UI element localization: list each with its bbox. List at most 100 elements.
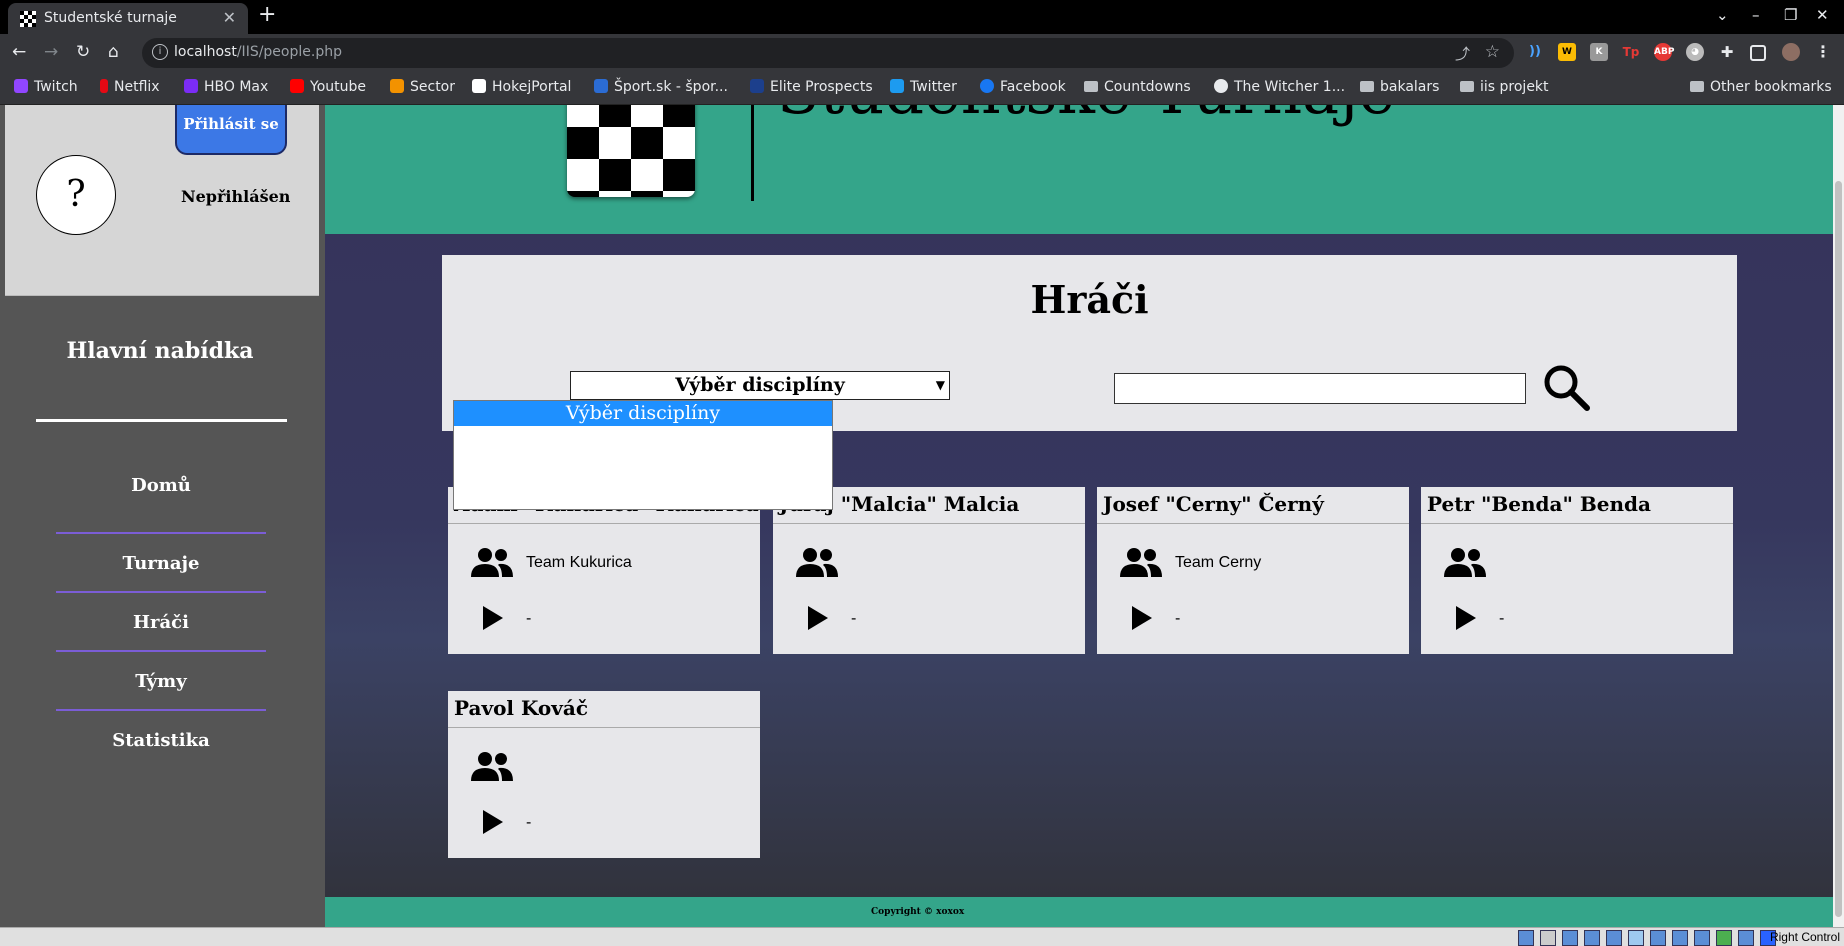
- reload-icon[interactable]: ↻: [76, 42, 90, 62]
- play-icon: [1132, 606, 1152, 630]
- bookmark-label: Countdowns: [1104, 79, 1191, 95]
- bookmark-netflix[interactable]: Netflix: [100, 79, 160, 95]
- bookmark-witcher[interactable]: The Witcher 1...: [1214, 79, 1345, 95]
- player-card[interactable]: Pavol Kováč -: [448, 691, 760, 858]
- card-divider: [1097, 523, 1409, 524]
- new-tab-button[interactable]: +: [258, 2, 276, 27]
- login-status: Nepřihlášen: [181, 187, 291, 206]
- web-page: Přihlásit se ? Nepřihlášen Hlavní nabídk…: [0, 105, 1844, 927]
- checkered-flag-icon: [20, 11, 36, 27]
- sidebar-item-tymy[interactable]: Týmy: [56, 671, 266, 692]
- vm-status-icon: [1562, 930, 1578, 946]
- menu-separator: [56, 591, 266, 593]
- player-name[interactable]: Pavol Kováč: [454, 693, 588, 727]
- tab-search-icon[interactable]: ⌄: [1716, 6, 1729, 24]
- chevron-down-icon: ▼: [935, 378, 945, 392]
- avatar: ?: [36, 155, 116, 235]
- login-button[interactable]: Přihlásit se: [175, 105, 287, 155]
- other-bookmarks[interactable]: Other bookmarks: [1690, 79, 1832, 95]
- scrollbar-thumb[interactable]: [1835, 181, 1842, 917]
- sport-icon: [594, 79, 608, 93]
- dropdown-option[interactable]: Výběr disciplíny: [454, 401, 832, 426]
- bookmark-label: bakalars: [1380, 79, 1440, 95]
- side-panel-icon[interactable]: [1750, 45, 1766, 61]
- bookmark-twitch[interactable]: Twitch: [14, 79, 78, 95]
- bookmark-facebook[interactable]: Facebook: [980, 79, 1066, 95]
- team-name: Team Cerny: [1175, 554, 1262, 571]
- player-card[interactable]: Josef "Cerny" Černý Team Cerny -: [1097, 487, 1409, 654]
- player-name[interactable]: Petr "Benda" Benda: [1427, 489, 1651, 523]
- team-icon: [471, 548, 513, 577]
- team-name: Team Kukurica: [526, 554, 632, 571]
- url-text[interactable]: localhost/IIS/people.php: [174, 44, 342, 60]
- player-card[interactable]: Juraj "Malcia" Malcia -: [773, 487, 1085, 654]
- bookmark-star-icon[interactable]: ☆: [1485, 42, 1500, 62]
- home-icon[interactable]: ⌂: [108, 42, 119, 62]
- bookmark-label: Twitch: [34, 79, 78, 95]
- bookmark-label: Other bookmarks: [1710, 79, 1832, 95]
- game-name: -: [851, 610, 857, 627]
- youtube-icon: [290, 79, 304, 93]
- bookmark-hokejportal[interactable]: HokejPortal: [472, 79, 571, 95]
- address-bar[interactable]: i localhost/IIS/people.php ⤴ ☆: [142, 38, 1514, 68]
- extension-k-icon[interactable]: K: [1590, 43, 1608, 61]
- bookmark-folder-countdowns[interactable]: Countdowns: [1084, 79, 1191, 95]
- search-icon[interactable]: [1542, 363, 1590, 411]
- facebook-icon: [980, 79, 994, 93]
- page-scrollbar[interactable]: [1833, 105, 1844, 927]
- share-icon[interactable]: ⤴: [1455, 43, 1470, 64]
- browser-tab[interactable]: Studentské turnaje ✕: [8, 3, 248, 34]
- adblock-icon[interactable]: ABP: [1654, 43, 1674, 61]
- extension-w-icon[interactable]: W: [1558, 43, 1576, 61]
- play-icon: [1456, 606, 1476, 630]
- search-input[interactable]: [1114, 373, 1526, 404]
- site-title: Studentské Turnaje: [777, 105, 1395, 128]
- player-name[interactable]: Josef "Cerny" Černý: [1103, 489, 1324, 523]
- card-divider: [448, 727, 760, 728]
- close-tab-icon[interactable]: ✕: [223, 8, 236, 27]
- netflix-icon: [100, 79, 108, 93]
- bookmark-youtube[interactable]: Youtube: [290, 79, 366, 95]
- restore-icon[interactable]: ❐: [1784, 6, 1797, 24]
- page-title: Hráči: [1030, 277, 1149, 322]
- extension-tp-icon[interactable]: Tp: [1622, 43, 1640, 61]
- team-icon: [796, 548, 838, 577]
- sidebar-item-hraci[interactable]: Hráči: [56, 612, 266, 633]
- profile-avatar[interactable]: [1782, 43, 1800, 61]
- discipline-select[interactable]: Výběr disciplíny ▼: [570, 371, 950, 400]
- sidebar-item-turnaje[interactable]: Turnaje: [56, 553, 266, 574]
- site-info-icon[interactable]: i: [152, 44, 168, 60]
- menu-kebab-icon[interactable]: ⋮: [1814, 43, 1832, 61]
- sidebar-item-statistika[interactable]: Statistika: [56, 730, 266, 751]
- bookmark-folder-iis-projekt[interactable]: iis projekt: [1460, 79, 1549, 95]
- extensions-puzzle-icon[interactable]: ✚: [1718, 43, 1736, 61]
- player-card[interactable]: Petr "Benda" Benda -: [1421, 487, 1733, 654]
- bookmark-label: Facebook: [1000, 79, 1066, 95]
- menu-title: Hlavní nabídka: [66, 338, 254, 364]
- eliteprospects-icon: [750, 79, 764, 93]
- footer: Copyright © xoxox: [325, 897, 1833, 927]
- bookmark-sector[interactable]: Sector: [390, 79, 455, 95]
- discipline-select-value: Výběr disciplíny: [675, 374, 845, 396]
- bookmark-sport[interactable]: Šport.sk - špor...: [594, 79, 728, 95]
- extension-wave-icon[interactable]: )): [1526, 43, 1544, 61]
- bookmark-hbomax[interactable]: HBO Max: [184, 79, 268, 95]
- browser-toolbar: ← → ↻ ⌂ i localhost/IIS/people.php ⤴ ☆ )…: [0, 34, 1844, 72]
- extension-face-icon[interactable]: ◕: [1686, 43, 1704, 61]
- bookmark-eliteprospects[interactable]: Elite Prospects: [750, 79, 873, 95]
- vm-status-icon: [1518, 930, 1534, 946]
- site-header: Studentské Turnaje: [325, 105, 1833, 234]
- minimize-icon[interactable]: –: [1752, 6, 1760, 24]
- play-icon: [483, 606, 503, 630]
- close-window-icon[interactable]: ✕: [1816, 6, 1829, 24]
- sidebar-item-domu[interactable]: Domů: [56, 475, 266, 496]
- card-divider: [773, 523, 1085, 524]
- bookmark-folder-bakalars[interactable]: bakalars: [1360, 79, 1439, 95]
- player-card[interactable]: Adam "Kukurica" Kukurica Team Kukurica -: [448, 487, 760, 654]
- game-name: -: [1175, 610, 1181, 627]
- folder-icon: [1360, 81, 1374, 92]
- bookmark-twitter[interactable]: Twitter: [890, 79, 957, 95]
- back-icon[interactable]: ←: [12, 42, 26, 62]
- forward-icon[interactable]: →: [44, 42, 58, 62]
- bookmark-label: HokejPortal: [492, 79, 572, 95]
